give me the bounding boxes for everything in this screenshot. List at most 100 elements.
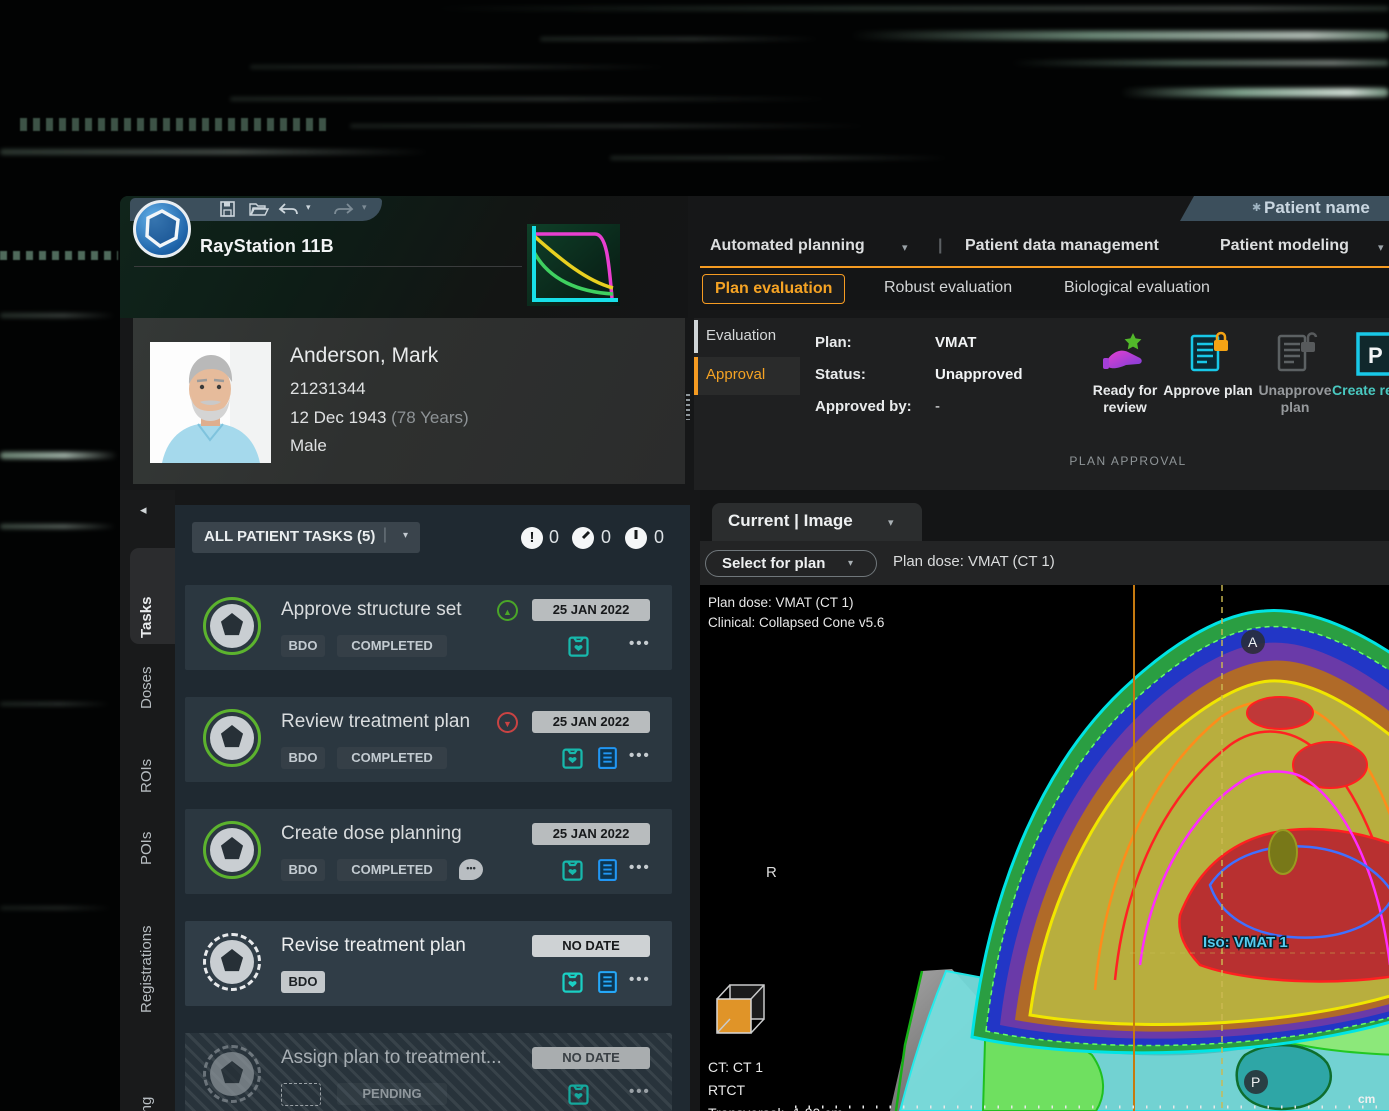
create-report-icon[interactable]: P xyxy=(1354,330,1389,378)
sidebar-item-scripting[interactable]: Scripting xyxy=(138,1071,155,1111)
svg-text:P: P xyxy=(1251,1074,1260,1090)
viewer-title: Plan dose: VMAT (CT 1) xyxy=(893,553,1055,570)
tab-plan-evaluation[interactable]: Plan evaluation xyxy=(702,274,845,304)
patient-name: Anderson, Mark xyxy=(290,344,438,368)
sidebar-item-pois[interactable]: POIs xyxy=(138,821,155,865)
overlay-plan-dose: Plan dose: VMAT (CT 1) xyxy=(708,595,854,610)
patient-sex: Male xyxy=(290,436,327,456)
redo-dropdown-caret[interactable]: ▾ xyxy=(362,202,367,213)
more-options-button[interactable]: ••• xyxy=(629,859,651,876)
comment-bubble-icon[interactable]: ••• xyxy=(459,859,483,880)
task-status-icon xyxy=(203,709,261,767)
plan-approval-group-label: PLAN APPROVAL xyxy=(1028,454,1228,468)
task-card-approve-structure-set[interactable]: Approve structure set ▲ 25 JAN 2022 BDO … xyxy=(185,585,672,670)
task-filter-label: ALL PATIENT TASKS (5) xyxy=(204,528,375,545)
redo-icon[interactable] xyxy=(332,201,354,218)
create-report-button[interactable]: Create report xyxy=(1330,382,1389,399)
priority-up-icon: ▲ xyxy=(497,600,518,621)
approve-plan-icon[interactable] xyxy=(1188,330,1232,378)
task-filter-caret: ▾ xyxy=(403,530,408,541)
status-badge: COMPLETED xyxy=(337,859,447,881)
task-status-icon xyxy=(203,597,261,655)
empty-assignee-badge xyxy=(281,1083,321,1106)
more-options-button[interactable]: ••• xyxy=(629,1083,651,1100)
checklist-icon[interactable] xyxy=(559,856,586,883)
sidebar-item-tasks[interactable]: Tasks xyxy=(138,554,155,638)
screen: { "icons": { "asterisk": "✱", "caret_dow… xyxy=(0,0,1389,1111)
tab-evaluation[interactable]: Evaluation xyxy=(706,327,776,344)
checklist-icon[interactable] xyxy=(559,744,586,771)
patient-id: 21231344 xyxy=(290,379,366,399)
task-card-review-treatment-plan[interactable]: Review treatment plan ▼ 25 JAN 2022 BDO … xyxy=(185,697,672,782)
view-tab-label: Current | Image xyxy=(728,511,853,531)
module-tab-row: Plan evaluation Robust evaluation Biolog… xyxy=(700,266,1389,310)
task-card-create-dose-planning[interactable]: Create dose planning 25 JAN 2022 BDO COM… xyxy=(185,809,672,894)
ct-series-label: CT: CT 1 xyxy=(708,1059,763,1075)
checklist-icon[interactable] xyxy=(565,632,592,659)
task-card-revise-treatment-plan[interactable]: Revise treatment plan NO DATE BDO ••• xyxy=(185,921,672,1006)
patient-modeling-caret[interactable]: ▾ xyxy=(1378,241,1384,254)
task-title: Assign plan to treatment... xyxy=(281,1047,502,1069)
task-title: Create dose planning xyxy=(281,823,462,845)
task-status-icon xyxy=(203,933,261,991)
checklist-icon[interactable] xyxy=(565,1080,592,1107)
undo-dropdown-caret[interactable]: ▾ xyxy=(306,202,311,213)
task-filter-dropdown[interactable]: ALL PATIENT TASKS (5) | ▾ xyxy=(192,522,420,553)
ct-dose-viewport[interactable]: Iso: VMAT 1 A R P Plan dose: VMAT (CT 1)… xyxy=(700,585,1389,1111)
more-options-button[interactable]: ••• xyxy=(629,635,651,652)
report-document-icon[interactable] xyxy=(595,745,620,770)
panel-drag-handle[interactable] xyxy=(686,394,690,420)
assignee-badge: BDO xyxy=(281,859,325,881)
patient-banner: Anderson, Mark 21231344 12 Dec 1943 (78 … xyxy=(133,318,685,484)
assignee-badge: BDO xyxy=(281,747,325,769)
menu-patient-data-management[interactable]: Patient data management xyxy=(965,237,1159,255)
iso-label: Iso: VMAT 1 xyxy=(1203,934,1288,951)
undo-icon[interactable] xyxy=(278,201,300,218)
due-date-badge: NO DATE xyxy=(532,1047,650,1069)
more-options-button[interactable]: ••• xyxy=(629,971,651,988)
ready-for-review-icon[interactable] xyxy=(1101,330,1149,378)
ruler-unit-label: cm xyxy=(1358,1092,1375,1106)
divider xyxy=(134,266,522,267)
report-document-icon[interactable] xyxy=(595,969,620,994)
more-options-button[interactable]: ••• xyxy=(629,747,651,764)
approve-plan-button[interactable]: Approve plan xyxy=(1162,382,1254,399)
viewer-panel: Current | Image ▾ Select for plan ▾ Plan… xyxy=(700,490,1389,1111)
menu-patient-modeling[interactable]: Patient modeling xyxy=(1220,237,1349,255)
task-panel: ALL PATIENT TASKS (5) | ▾ ! 0 0 0 Approv… xyxy=(175,505,690,1111)
raystation-logo[interactable] xyxy=(133,200,191,258)
orientation-cube-icon[interactable] xyxy=(717,985,764,1033)
ct-dose-scene: Iso: VMAT 1 A R P Plan dose: VMAT (CT 1)… xyxy=(700,585,1389,1111)
tab-biological-evaluation[interactable]: Biological evaluation xyxy=(1052,274,1222,302)
assignee-badge: BDO xyxy=(281,971,325,993)
sidebar-item-doses[interactable]: Doses xyxy=(138,657,155,709)
task-status-icon xyxy=(203,821,261,879)
due-date-badge: 25 JAN 2022 xyxy=(532,711,650,733)
tab-robust-evaluation[interactable]: Robust evaluation xyxy=(872,274,1024,302)
report-document-icon[interactable] xyxy=(595,857,620,882)
status-badge: COMPLETED xyxy=(337,747,447,769)
approved-by-value: - xyxy=(935,398,940,415)
task-status-icon xyxy=(203,1045,261,1103)
open-folder-icon[interactable] xyxy=(248,201,270,218)
unapprove-plan-icon xyxy=(1275,330,1319,378)
collapse-panel-icon[interactable]: ◂ xyxy=(140,502,147,518)
due-soon-counter-icon xyxy=(572,527,594,549)
patient-name-label: Patient name xyxy=(1264,198,1370,218)
save-icon[interactable] xyxy=(218,201,240,218)
automated-planning-caret[interactable]: ▾ xyxy=(902,241,908,254)
left-rail: ◂ Tasks Doses ROIs POIs Registrations Sc… xyxy=(120,490,175,1111)
sidebar-item-registrations[interactable]: Registrations xyxy=(138,901,155,1013)
select-for-plan-button[interactable]: Select for plan ▾ xyxy=(705,550,877,577)
menu-automated-planning[interactable]: Automated planning xyxy=(710,237,865,255)
sidebar-item-rois[interactable]: ROIs xyxy=(138,751,155,793)
checklist-icon[interactable] xyxy=(559,968,586,995)
due-today-counter-icon xyxy=(625,527,647,549)
overlay-algorithm: Clinical: Collapsed Cone v5.6 xyxy=(708,615,884,630)
ready-for-review-button[interactable]: Ready for review xyxy=(1079,382,1171,416)
task-title: Approve structure set xyxy=(281,599,462,621)
orientation-marker-p: P xyxy=(1244,1070,1268,1094)
tab-approval[interactable]: Approval xyxy=(706,366,765,383)
view-layout-tab[interactable]: Current | Image ▾ xyxy=(712,503,922,541)
menu-separator: | xyxy=(938,237,942,255)
